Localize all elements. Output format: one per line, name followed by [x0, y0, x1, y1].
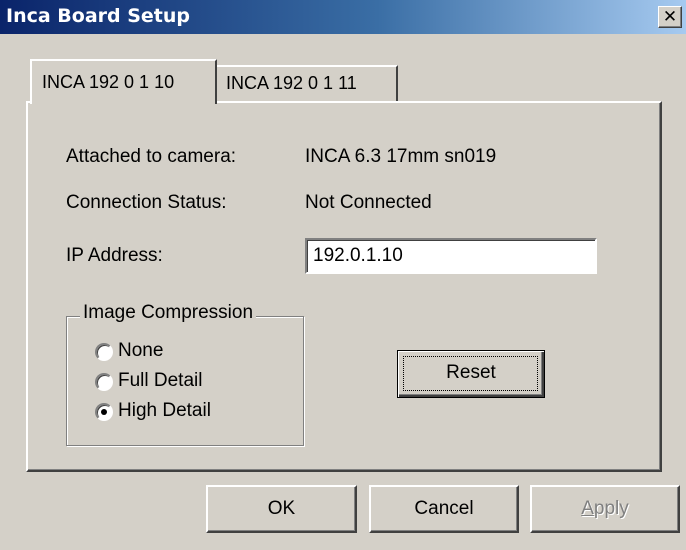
close-button[interactable]: ✕ [658, 6, 682, 28]
apply-button[interactable]: Apply [530, 485, 680, 533]
cancel-button-label: Cancel [414, 498, 474, 519]
tab-label: INCA 192 0 1 11 [226, 73, 357, 93]
radio-label: High Detail [118, 400, 211, 421]
tab-label: INCA 192 0 1 10 [42, 72, 175, 92]
radio-label: None [118, 340, 164, 361]
tab-inca-192-0-1-10[interactable]: INCA 192 0 1 10 [30, 59, 217, 104]
radio-label: Full Detail [118, 370, 203, 391]
image-compression-title: Image Compression [80, 302, 257, 324]
window-title: Inca Board Setup [6, 5, 191, 27]
apply-button-label: Apply [581, 498, 629, 519]
connection-status-value: Not Connected [305, 192, 432, 213]
ip-address-label: IP Address: [66, 245, 163, 266]
title-bar[interactable]: Inca Board Setup ✕ [0, 0, 686, 34]
connection-status-label: Connection Status: [66, 192, 227, 213]
radio-button-icon[interactable] [95, 343, 113, 361]
radio-button-icon[interactable] [95, 403, 113, 421]
close-icon: ✕ [662, 7, 678, 27]
ok-button[interactable]: OK [206, 485, 357, 533]
dialog-window: Inca Board Setup ✕ INCA 192 0 1 10 INCA … [0, 0, 686, 550]
ok-button-label: OK [267, 498, 296, 519]
camera-label: Attached to camera: [66, 146, 237, 167]
camera-value: INCA 6.3 17mm sn019 [305, 146, 497, 167]
ip-address-input[interactable] [305, 238, 597, 274]
radio-button-icon[interactable] [95, 373, 113, 391]
cancel-button[interactable]: Cancel [369, 485, 519, 533]
tab-inca-192-0-1-11[interactable]: INCA 192 0 1 11 [217, 65, 398, 101]
reset-button[interactable]: Reset [397, 350, 545, 398]
reset-button-label: Reset [446, 362, 496, 383]
